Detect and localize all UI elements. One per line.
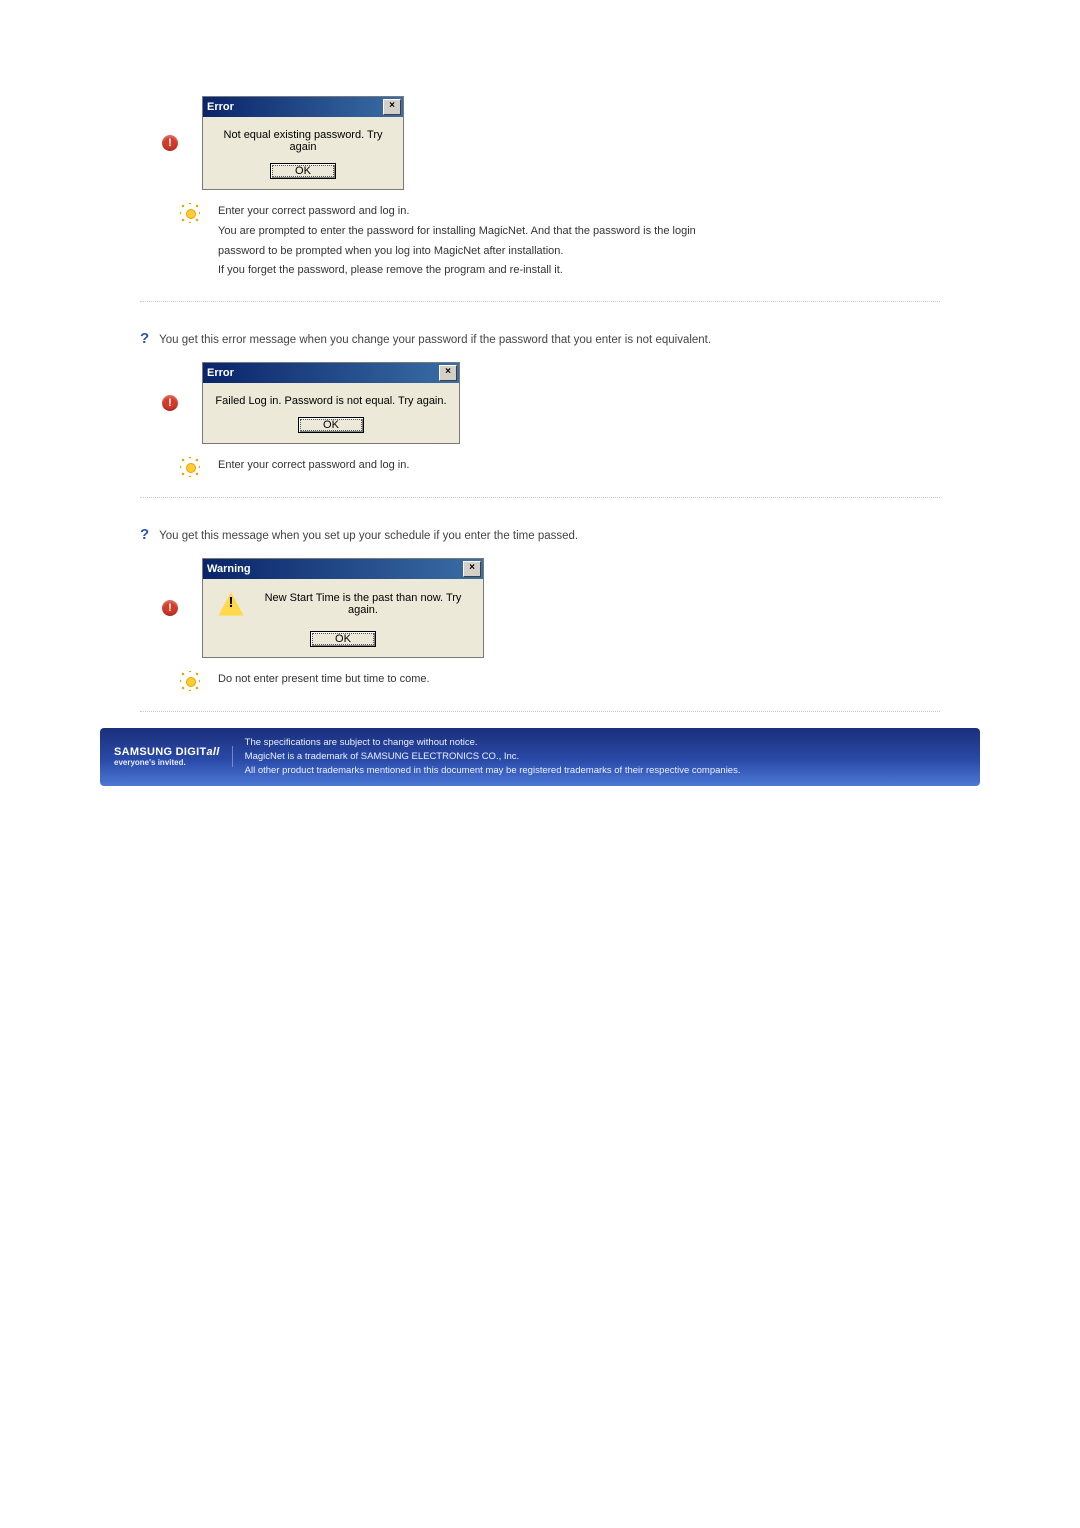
- ok-button[interactable]: OK: [270, 163, 336, 179]
- dialog-title: Error: [207, 367, 234, 379]
- footer-line: All other product trademarks mentioned i…: [245, 764, 741, 778]
- close-button[interactable]: ×: [383, 99, 401, 115]
- tip-row: Do not enter present time but time to co…: [180, 670, 940, 691]
- section-password-not-equal: ! Error × Not equal existing password. T…: [140, 80, 940, 302]
- dialog-row: ! Error × Not equal existing password. T…: [162, 96, 940, 190]
- dialog-title: Warning: [207, 563, 251, 575]
- footer-logo: SAMSUNG DIGITall everyone's invited.: [114, 746, 233, 767]
- section-change-password-error: ? You get this error message when you ch…: [140, 302, 940, 498]
- sun-tip-icon: [180, 671, 200, 691]
- dialog-body: Not equal existing password. Try again O…: [203, 117, 403, 189]
- error-dialog: Error × Failed Log in. Password is not e…: [202, 362, 460, 444]
- footer-bar: SAMSUNG DIGITall everyone's invited. The…: [100, 728, 980, 786]
- close-button[interactable]: ×: [439, 365, 457, 381]
- tip-text: Do not enter present time but time to co…: [218, 670, 430, 690]
- footer-line: The specifications are subject to change…: [245, 736, 741, 750]
- dialog-row: ! Warning × ! New Start Time is the past…: [162, 558, 940, 658]
- tip-line: Enter your correct password and log in.: [218, 202, 696, 222]
- logo-text-1: SAMSUNG DIGIT: [114, 746, 207, 758]
- error-bullet-icon: !: [162, 600, 178, 616]
- dialog-message: Failed Log in. Password is not equal. Tr…: [213, 395, 449, 407]
- tip-line: password to be prompted when you log int…: [218, 242, 696, 262]
- ok-button[interactable]: OK: [298, 417, 364, 433]
- dialog-titlebar: Error ×: [203, 363, 459, 383]
- footer-text: The specifications are subject to change…: [245, 736, 741, 777]
- dialog-titlebar: Warning ×: [203, 559, 483, 579]
- question-text: You get this message when you set up you…: [159, 526, 578, 548]
- footer-line: MagicNet is a trademark of SAMSUNG ELECT…: [245, 750, 741, 764]
- logo-text-2: all: [207, 746, 220, 758]
- close-button[interactable]: ×: [463, 561, 481, 577]
- page: ! Error × Not equal existing password. T…: [0, 0, 1080, 786]
- dialog-title: Error: [207, 101, 234, 113]
- footer-logo-main: SAMSUNG DIGITall: [114, 746, 220, 758]
- question-row: ? You get this message when you set up y…: [140, 508, 940, 552]
- warning-triangle-icon: !: [217, 591, 245, 617]
- tip-line: If you forget the password, please remov…: [218, 261, 696, 281]
- question-row: ? You get this error message when you ch…: [140, 312, 940, 356]
- ok-wrap: OK: [203, 621, 483, 657]
- tip-row: Enter your correct password and log in.: [180, 456, 940, 477]
- dialog-titlebar: Error ×: [203, 97, 403, 117]
- sun-tip-icon: [180, 203, 200, 223]
- error-bullet-icon: !: [162, 395, 178, 411]
- tip-row: Enter your correct password and log in. …: [180, 202, 940, 281]
- question-text: You get this error message when you chan…: [159, 330, 711, 352]
- dialog-body: Failed Log in. Password is not equal. Tr…: [203, 383, 459, 443]
- dialog-body: ! New Start Time is the past than now. T…: [203, 579, 483, 621]
- error-bullet-icon: !: [162, 135, 178, 151]
- footer-logo-sub: everyone's invited.: [114, 759, 220, 768]
- error-dialog: Error × Not equal existing password. Try…: [202, 96, 404, 190]
- tip-text-block: Enter your correct password and log in. …: [218, 202, 696, 281]
- section-schedule-warning: ? You get this message when you set up y…: [140, 498, 940, 712]
- ok-button[interactable]: OK: [310, 631, 376, 647]
- question-mark-icon: ?: [140, 330, 149, 348]
- content-area: ! Error × Not equal existing password. T…: [0, 80, 1080, 712]
- warning-dialog: Warning × ! New Start Time is the past t…: [202, 558, 484, 658]
- dialog-message: New Start Time is the past than now. Try…: [257, 592, 469, 616]
- sun-tip-icon: [180, 457, 200, 477]
- tip-line: You are prompted to enter the password f…: [218, 222, 696, 242]
- dialog-row: ! Error × Failed Log in. Password is not…: [162, 362, 940, 444]
- tip-text: Enter your correct password and log in.: [218, 456, 409, 476]
- question-mark-icon: ?: [140, 526, 149, 544]
- dialog-message: Not equal existing password. Try again: [213, 129, 393, 153]
